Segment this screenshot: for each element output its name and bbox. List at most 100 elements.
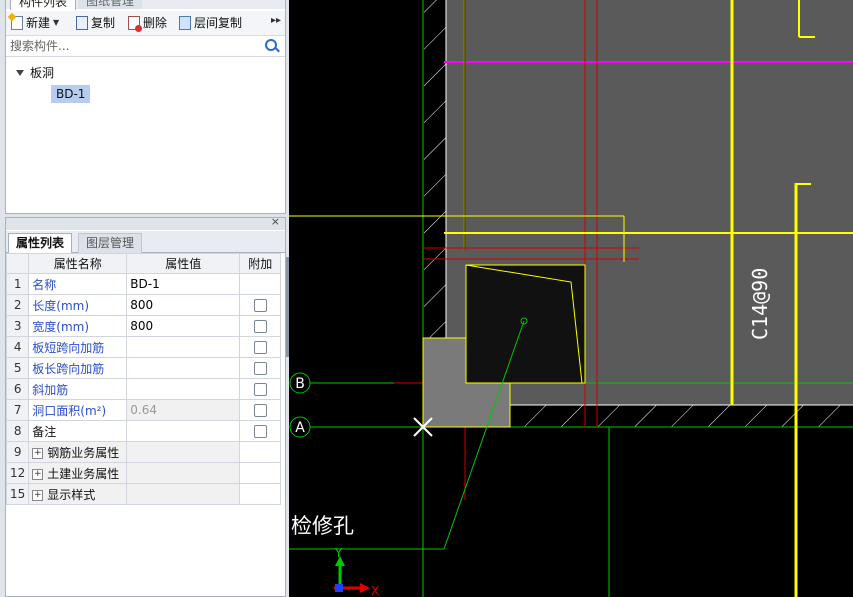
property-name: 宽度(mm) [28, 315, 128, 337]
property-name: 板短跨向加筋 [28, 336, 128, 358]
property-value-field[interactable]: 800 [126, 315, 241, 337]
copy-label: 复制 [91, 16, 116, 30]
property-tabbar: 属性列表 图层管理 [6, 231, 285, 253]
extra-checkbox[interactable] [253, 383, 267, 396]
table-row[interactable]: 3 宽度(mm) 800 [5, 315, 282, 337]
close-icon[interactable]: × [271, 215, 280, 228]
table-row[interactable]: 6 斜加筋 [5, 378, 282, 400]
component-toolbar: 新建 ▼ 复制 删除 层间复制 ▸▸ [6, 11, 285, 36]
property-value-field[interactable]: 800 [126, 294, 241, 316]
property-name: 板长跨向加筋 [28, 357, 128, 379]
property-table: 属性名称 属性值 附加 1 名称 BD-1 2 长度(mm) 800 3 宽度(… [5, 253, 282, 505]
extra-cell [239, 378, 282, 400]
search-input[interactable] [8, 37, 262, 55]
tab-drawing-management[interactable]: 图纸管理 [78, 0, 143, 9]
tab-property-list[interactable]: 属性列表 [8, 233, 73, 253]
ucs-origin [335, 584, 343, 592]
property-group[interactable]: + 钢筋业务属性 [28, 441, 128, 463]
property-group-label: 土建业务属性 [47, 466, 120, 481]
delete-button[interactable]: 删除 [128, 14, 167, 32]
row-number: 1 [5, 273, 30, 295]
property-panel-header: × [6, 215, 285, 230]
extra-cell [239, 399, 282, 421]
table-row[interactable]: 7 洞口面积(m²) 0.64 [5, 399, 282, 421]
floor-copy-icon [179, 16, 191, 30]
axis-label-b: B [295, 376, 305, 392]
property-group-value [126, 441, 241, 463]
toolbar-overflow-icon[interactable]: ▸▸ [271, 15, 281, 26]
chevron-down-icon[interactable]: ▼ [53, 14, 59, 32]
property-group-value [126, 462, 241, 484]
tab-layer-management[interactable]: 图层管理 [78, 233, 143, 253]
property-name-header: 属性名称 [28, 253, 128, 274]
table-row[interactable]: 8 备注 [5, 420, 282, 442]
tab-component-list[interactable]: 构件列表 [10, 0, 77, 10]
extra-cell [239, 441, 282, 463]
property-name: 长度(mm) [28, 294, 128, 316]
floor-copy-button[interactable]: 层间复制 [179, 14, 242, 32]
extra-checkbox[interactable] [253, 404, 267, 417]
property-value-field[interactable]: BD-1 [126, 273, 241, 295]
extra-cell [239, 357, 282, 379]
property-header-row: 属性名称 属性值 附加 [5, 253, 282, 274]
extra-cell [239, 273, 282, 295]
copy-button[interactable]: 复制 [76, 14, 115, 32]
property-value-field[interactable] [126, 336, 241, 358]
new-icon [11, 16, 23, 30]
ucs-y-label: Y [334, 546, 343, 560]
ucs-x-label: X [371, 584, 379, 597]
expand-icon[interactable]: + [32, 468, 44, 480]
table-row[interactable]: 12 + 土建业务属性 [5, 462, 282, 484]
expand-icon[interactable]: + [32, 489, 44, 501]
delete-label: 删除 [143, 16, 168, 30]
left-panel: 构件列表 图纸管理 新建 ▼ 复制 删除 层间复制 ▸▸ 搜索构件... 板洞 … [0, 0, 289, 597]
extra-checkbox[interactable] [253, 299, 267, 312]
row-number-header [5, 253, 30, 274]
property-value-readonly: 0.64 [126, 399, 241, 421]
new-button[interactable]: 新建 ▼ [11, 14, 59, 32]
table-row[interactable]: 9 + 钢筋业务属性 [5, 441, 282, 463]
extra-checkbox[interactable] [253, 425, 267, 438]
extra-checkbox[interactable] [253, 320, 267, 333]
property-group-label: 显示样式 [47, 487, 96, 502]
delete-icon [128, 16, 142, 32]
property-group[interactable]: + 土建业务属性 [28, 462, 128, 484]
annotation-label: 检修孔 [291, 514, 354, 538]
tree-item-bd1[interactable]: BD-1 [51, 85, 91, 103]
extra-cell [239, 462, 282, 484]
property-group[interactable]: + 显示样式 [28, 483, 128, 505]
copy-icon [76, 16, 88, 30]
new-label: 新建 [26, 16, 51, 30]
property-extra-header: 附加 [239, 253, 282, 274]
property-group-label: 钢筋业务属性 [47, 445, 120, 460]
component-list-panel: 构件列表 图纸管理 新建 ▼ 复制 删除 层间复制 ▸▸ 搜索构件... 板洞 … [5, 0, 286, 214]
table-row[interactable]: 5 板长跨向加筋 [5, 357, 282, 379]
property-value-field[interactable] [126, 420, 241, 442]
rebar-label: C14@90 [748, 268, 772, 340]
cad-canvas[interactable]: B A 检修孔 C14@90 Y X [289, 0, 853, 597]
table-row[interactable]: 1 名称 BD-1 [5, 273, 282, 295]
tree-root-label: 板洞 [30, 66, 55, 80]
expand-icon[interactable]: + [32, 447, 44, 459]
extra-cell [239, 294, 282, 316]
row-number: 15 [5, 483, 30, 505]
axis-label-a: A [295, 420, 305, 436]
property-value-field[interactable] [126, 378, 241, 400]
extra-cell [239, 336, 282, 358]
property-value-field[interactable] [126, 357, 241, 379]
row-number: 9 [5, 441, 30, 463]
expand-triangle-icon[interactable] [16, 69, 24, 76]
property-name: 洞口面积(m²) [28, 399, 128, 421]
search-icon[interactable] [265, 39, 277, 51]
extra-cell [239, 483, 282, 505]
table-row[interactable]: 15 + 显示样式 [5, 483, 282, 505]
row-number: 4 [5, 336, 30, 358]
tree-item-root[interactable]: 板洞 [16, 64, 54, 81]
extra-checkbox[interactable] [253, 341, 267, 354]
table-row[interactable]: 4 板短跨向加筋 [5, 336, 282, 358]
extra-cell [239, 420, 282, 442]
component-search [6, 36, 285, 57]
table-row[interactable]: 2 长度(mm) 800 [5, 294, 282, 316]
extra-checkbox[interactable] [253, 362, 267, 375]
row-number: 8 [5, 420, 30, 442]
